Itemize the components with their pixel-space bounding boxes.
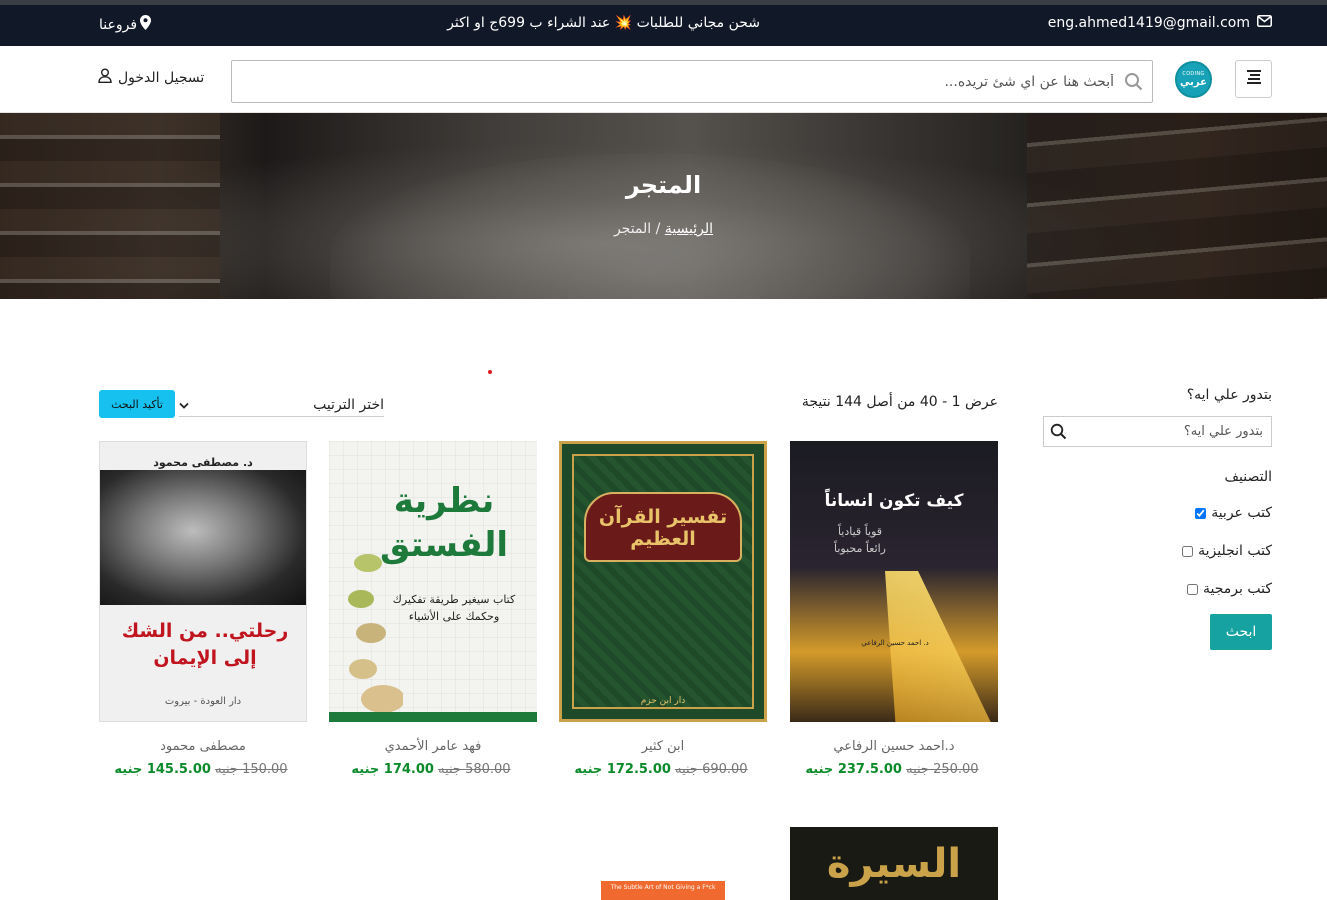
product-card[interactable]: تفسير القرآن العظيم دار ابن حزم ابن كثير…	[559, 441, 767, 777]
cover-subtitle-text: قوياً قيادياً رائعاً محبوباً	[834, 525, 886, 555]
cover-title-text: رحلتي.. من الشك إلى الإيمان	[121, 620, 289, 669]
product-card[interactable]: كيف تكون انساناً قوياً قيادياً رائعاً مح…	[790, 441, 998, 777]
menu-toggle-button[interactable]	[1235, 60, 1272, 98]
category-checkbox[interactable]	[1187, 583, 1199, 595]
breadcrumb-separator: /	[655, 221, 661, 237]
category-checkbox[interactable]	[1195, 507, 1207, 519]
product-cover-image[interactable]: تفسير القرآن العظيم دار ابن حزم	[559, 441, 767, 722]
cover-title-text: السيرة	[826, 841, 962, 887]
product-price: 690.00 جنيه 172.5.00 جنيه	[559, 762, 767, 777]
category-label[interactable]: كتب عربية	[1211, 505, 1272, 521]
product-price: 580.00 جنيه 174.00 جنيه	[329, 762, 537, 777]
cover-title-text: كيف تكون انساناً	[824, 491, 964, 511]
search-icon[interactable]	[1124, 72, 1143, 95]
header-search-input[interactable]	[232, 61, 1152, 102]
logo-text-bottom: عربي	[1180, 77, 1207, 88]
site-logo[interactable]: CODING عربي	[1175, 61, 1212, 98]
sidebar-search-input[interactable]	[1044, 417, 1271, 446]
results-count: عرض 1 - 40 من أصل 144 نتيجة	[801, 394, 998, 410]
product-author[interactable]: فهد عامر الأحمدي	[329, 739, 537, 754]
cover-subtitle-text: كتاب سيغير طريقة تفكيرك وحكمك على الأشيا…	[392, 593, 516, 623]
page-title: المتجر	[625, 171, 702, 199]
contact-email[interactable]: eng.ahmed1419@gmail.com	[1048, 15, 1272, 31]
product-old-price: 250.00 جنيه	[906, 762, 979, 777]
login-label[interactable]: تسجيل الدخول	[118, 70, 204, 86]
product-new-price: 237.5.00 جنيه	[805, 762, 902, 777]
search-icon[interactable]	[1050, 423, 1067, 444]
category-programming-books[interactable]: كتب برمجية	[1043, 579, 1272, 599]
user-icon	[98, 68, 112, 87]
product-cover-image[interactable]: كيف تكون انساناً قوياً قيادياً رائعاً مح…	[790, 441, 998, 722]
cover-publisher-text: دار ابن حزم	[640, 696, 686, 706]
product-old-price: 150.00 جنيه	[215, 762, 288, 777]
breadcrumb-home-link[interactable]: الرئيسية	[665, 221, 713, 237]
product-cover-image[interactable]: د. مصطفى محمود رحلتي.. من الشك إلى الإيم…	[99, 441, 307, 722]
product-new-price: 174.00 جنيه	[351, 762, 434, 777]
category-checkbox[interactable]	[1182, 545, 1194, 557]
cover-author-text: د. مصطفى محمود	[153, 456, 253, 469]
confirm-search-button[interactable]: تأكيد البحث	[99, 390, 175, 418]
product-cover-image[interactable]: The Subtle Art of Not Giving a F*ck	[559, 827, 767, 900]
product-card[interactable]: نظرية الفستق كتاب سيغير طريقة تفكيرك وحك…	[329, 441, 537, 777]
shipping-promo: شحن مجاني للطلبات 💥 عند الشراء ب 699ج او…	[447, 15, 760, 31]
branches-label[interactable]: فروعنا	[99, 17, 137, 33]
product-new-price: 145.5.00 جنيه	[114, 762, 211, 777]
sort-select[interactable]: اختر الترتيب	[179, 393, 384, 417]
sort-select-label[interactable]: اختر الترتيب	[313, 397, 384, 413]
main-header: CODING عربي تسجيل الدخول	[0, 46, 1327, 113]
cover-title-text: The Subtle Art of Not Giving a F*ck	[601, 881, 725, 900]
cover-publisher-text: دار العودة - بيروت	[164, 696, 242, 707]
product-author[interactable]: د.احمد حسين الرفاعي	[790, 739, 998, 754]
filter-sidebar: بتدور علي ايه؟ التصنيف كتب عربية كتب انج…	[1043, 385, 1272, 650]
top-bar: eng.ahmed1419@gmail.com شحن مجاني للطلبا…	[0, 5, 1327, 46]
email-text[interactable]: eng.ahmed1419@gmail.com	[1048, 15, 1250, 31]
breadcrumb: الرئيسية / المتجر	[0, 221, 1327, 237]
product-author[interactable]: مصطفى محمود	[99, 739, 307, 754]
sidebar-search-button[interactable]: ابحث	[1210, 614, 1272, 650]
cover-title-text: تفسير القرآن العظيم	[598, 506, 728, 550]
category-heading: التصنيف	[1224, 469, 1272, 485]
decorative-dot	[488, 370, 492, 374]
branches-link[interactable]: فروعنا	[99, 15, 152, 34]
product-price: 150.00 جنيه 145.5.00 جنيه	[99, 762, 307, 777]
envelope-icon	[1257, 15, 1272, 31]
pistachio-illustration	[348, 554, 403, 713]
category-label[interactable]: كتب برمجية	[1203, 581, 1272, 597]
page-hero-banner: المتجر الرئيسية / المتجر	[0, 113, 1327, 299]
product-author[interactable]: ابن كثير	[559, 739, 767, 754]
product-card[interactable]: د. مصطفى محمود رحلتي.. من الشك إلى الإيم…	[99, 441, 307, 777]
category-arabic-books[interactable]: كتب عربية	[1043, 503, 1272, 523]
product-new-price: 172.5.00 جنيه	[574, 762, 671, 777]
breadcrumb-current: المتجر	[613, 221, 652, 237]
product-price: 250.00 جنيه 237.5.00 جنيه	[790, 762, 998, 777]
category-english-books[interactable]: كتب انجليزية	[1043, 541, 1272, 561]
chevron-down-icon	[179, 397, 189, 413]
login-link[interactable]: تسجيل الدخول	[98, 68, 204, 87]
map-pin-icon	[140, 15, 152, 34]
menu-icon	[1245, 69, 1263, 89]
header-search	[231, 60, 1153, 103]
product-cover-image[interactable]: نظرية الفستق كتاب سيغير طريقة تفكيرك وحك…	[329, 441, 537, 722]
sidebar-search-box	[1043, 416, 1272, 447]
product-cover-image[interactable]: السيرة	[790, 827, 998, 900]
product-old-price: 580.00 جنيه	[438, 762, 511, 777]
cover-author-text: د. احمد حسين الرفاعي	[861, 639, 929, 647]
product-old-price: 690.00 جنيه	[675, 762, 748, 777]
author-portrait-image	[100, 470, 306, 605]
category-label[interactable]: كتب انجليزية	[1198, 543, 1272, 559]
sidebar-search-heading: بتدور علي ايه؟	[1186, 387, 1272, 403]
